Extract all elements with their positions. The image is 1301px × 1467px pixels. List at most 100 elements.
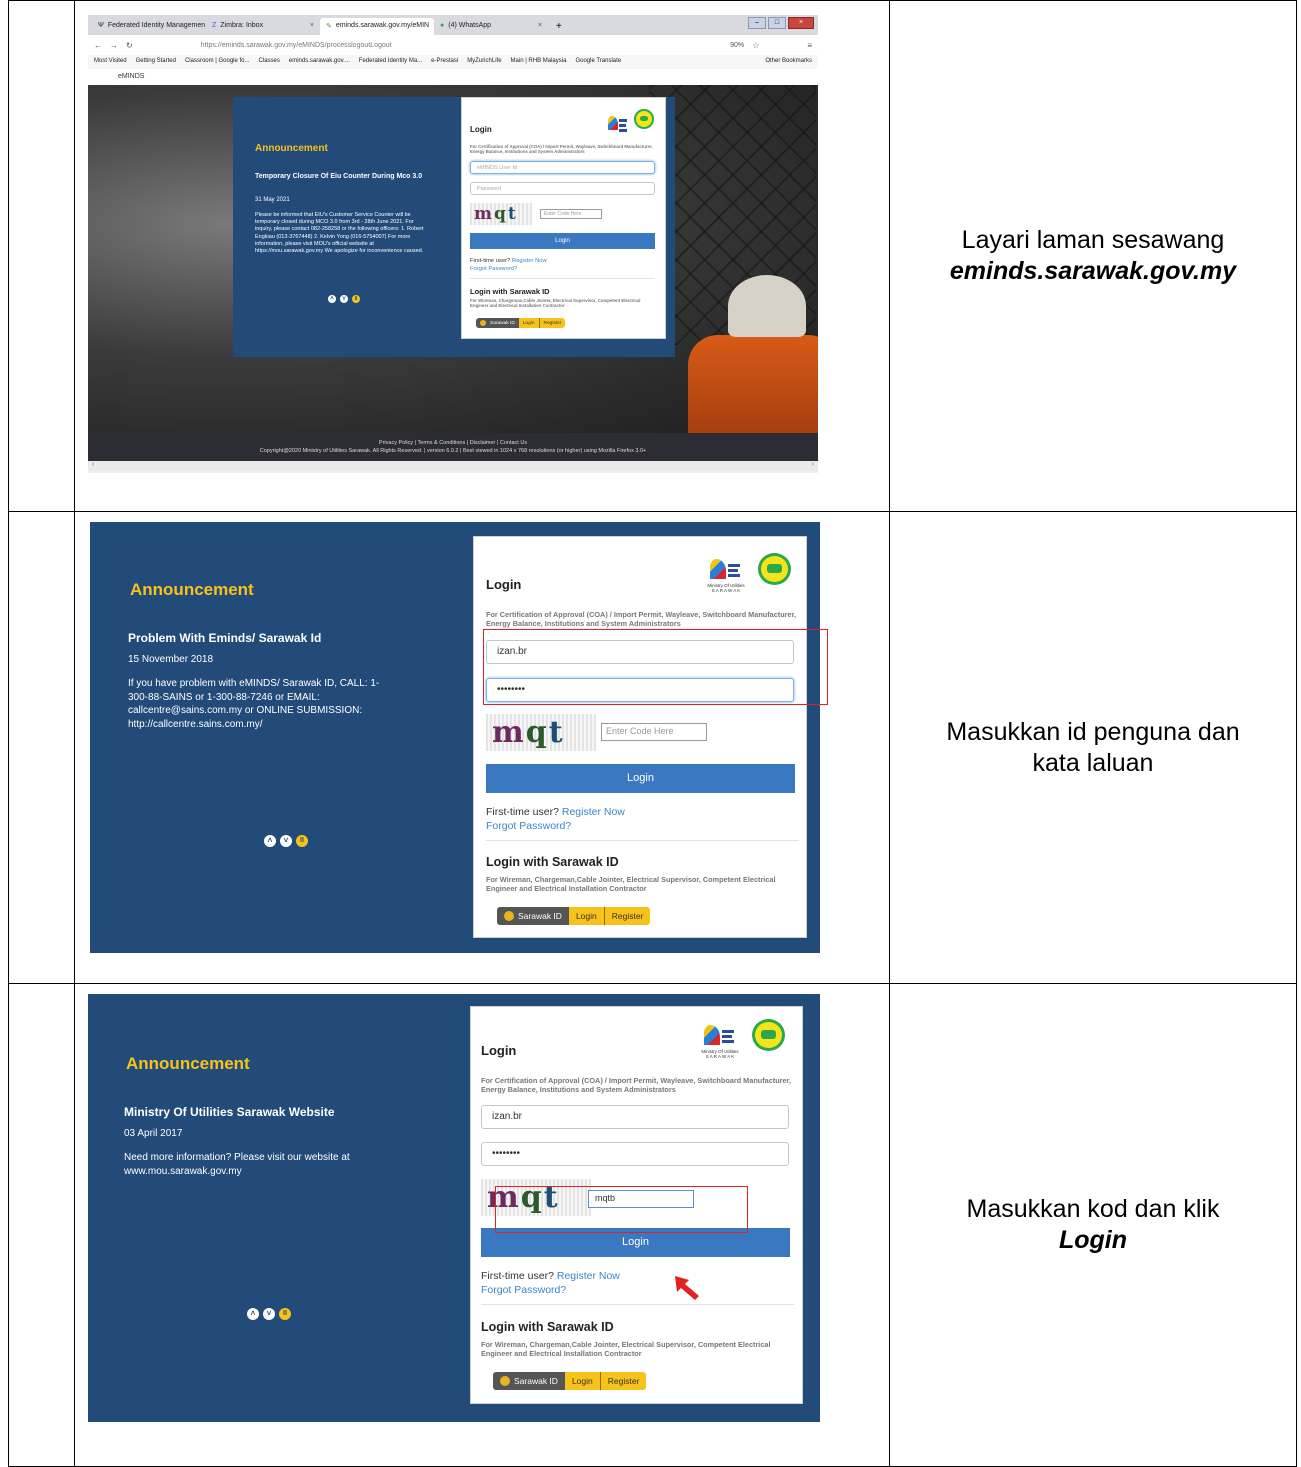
page-footer: Privacy Policy | Terms & Conditions | Di…	[88, 433, 818, 461]
carousel-controls: ˄ ˅ II	[264, 835, 308, 847]
browser-tab[interactable]: ● (4) WhatsApp ×	[434, 18, 548, 35]
login-button[interactable]: Login	[470, 233, 655, 249]
bookmark-item[interactable]: eminds.sarawak.gov....	[289, 58, 350, 66]
footer-copyright: Copyright@2020 Ministry of Utilities Sar…	[259, 448, 647, 454]
window-controls: – □ ×	[748, 17, 814, 29]
announcement-body: Please be informed that EIU's Customer S…	[255, 212, 424, 255]
sarawak-register-button[interactable]: Register	[599, 1372, 647, 1390]
captcha-image: mqt b	[470, 203, 532, 225]
user-id-input[interactable]: izan.br	[481, 1105, 789, 1129]
close-icon[interactable]: ×	[310, 22, 314, 35]
url-field[interactable]: https://eminds.sarawak.gov.my/eMINDS/pro…	[201, 42, 392, 49]
other-bookmarks[interactable]: Other Bookmarks	[765, 58, 812, 66]
carousel-up-icon[interactable]: ˄	[328, 295, 336, 303]
worker-helmet-image	[728, 275, 806, 337]
footer-links[interactable]: Privacy Policy | Terms & Conditions | Di…	[88, 439, 818, 447]
carousel-pause-icon[interactable]: II	[279, 1308, 291, 1320]
close-window-icon[interactable]: ×	[788, 17, 814, 29]
ministry-logo-caption: Ministry Of Utilities S A R A W A K	[707, 583, 745, 593]
sarawak-id-badge: Sarawak ID	[497, 907, 569, 925]
captcha-code-input[interactable]: Enter Code Here	[601, 723, 707, 741]
scroll-left-icon[interactable]: ‹	[92, 461, 94, 468]
forgot-password-link[interactable]: Forgot Password?	[470, 266, 517, 272]
address-bar: ← → ↻ https://eminds.sarawak.gov.my/eMIN…	[88, 35, 818, 55]
sarawak-id-widget: Sarawak ID Login Register	[497, 907, 651, 925]
red-arrow-icon	[675, 1276, 699, 1300]
zimbra-icon: Z	[212, 22, 217, 29]
carousel-pause-icon[interactable]: II	[296, 835, 308, 847]
password-input[interactable]: ••••••••	[481, 1142, 789, 1166]
back-icon[interactable]: ←	[94, 41, 102, 50]
hero-background-image: Announcement Temporary Closure Of Eiu Co…	[88, 85, 818, 435]
sarawak-id-subtitle: For Wireman, Chargeman,Cable Jointer, El…	[486, 875, 776, 893]
reload-icon[interactable]: ↻	[126, 41, 133, 50]
star-icon[interactable]: ☆	[752, 41, 759, 50]
login-title: Login	[481, 1043, 517, 1058]
sarawak-register-button[interactable]: Register	[538, 318, 566, 328]
ministry-flame-logo	[710, 559, 726, 579]
sarawak-login-button[interactable]: Login	[568, 907, 604, 925]
login-button[interactable]: Login	[486, 764, 795, 793]
bookmark-item[interactable]: Classes	[259, 58, 280, 66]
close-icon[interactable]: ×	[538, 22, 542, 35]
step-caption: Masukkan kod dan klik	[966, 1195, 1220, 1223]
announcement-headline: Ministry Of Utilities Sarawak Website	[124, 1105, 335, 1119]
bookmark-item[interactable]: Google Translate	[575, 58, 621, 66]
captcha-code-input[interactable]: Enter Code Here	[540, 209, 602, 219]
forward-icon[interactable]: →	[110, 41, 118, 50]
browser-tab-active[interactable]: ✎eminds.sarawak.gov.my/eMIN×	[320, 18, 434, 35]
carousel-controls: ˄ ˅ II	[328, 295, 360, 303]
step-number-cell	[8, 0, 75, 512]
browser-tab[interactable]: ΨFederated Identity Managemen×	[92, 18, 206, 35]
step-number-cell	[8, 511, 75, 984]
new-tab-icon[interactable]: +	[548, 21, 570, 35]
carousel-up-icon[interactable]: ˄	[264, 835, 276, 847]
bookmark-item[interactable]: MyZurichLife	[467, 58, 501, 66]
user-id-input[interactable]: eMINDS User Id	[470, 161, 655, 174]
horizontal-scrollbar[interactable]: ‹ ›	[88, 461, 818, 471]
sarawak-login-button[interactable]: Login	[518, 318, 539, 328]
carousel-up-icon[interactable]: ˄	[247, 1308, 259, 1320]
eiu-logo	[758, 553, 791, 585]
first-time-user: First-time user? Register Now	[470, 258, 547, 264]
scroll-right-icon[interactable]: ›	[812, 461, 814, 468]
sarawak-login-button[interactable]: Login	[564, 1372, 600, 1390]
bookmark-item[interactable]: Most Visited	[94, 58, 127, 66]
register-now-link[interactable]: Register Now	[562, 806, 625, 818]
carousel-down-icon[interactable]: ˅	[340, 295, 348, 303]
instruction-table: ΨFederated Identity Managemen× ZZimbra: …	[8, 0, 1297, 1467]
step-caption: Layari laman sesawang	[961, 226, 1225, 254]
register-now-link[interactable]: Register Now	[557, 1270, 620, 1282]
bookmark-item[interactable]: Main | RHB Malaysia	[511, 58, 567, 66]
browser-tab[interactable]: Z Zimbra: Inbox ×	[206, 18, 320, 35]
bookmark-item[interactable]: Federated Identity Ma...	[359, 58, 422, 66]
login-title: Login	[486, 577, 522, 592]
forgot-password-link[interactable]: Forgot Password?	[486, 820, 571, 832]
description-cell-2: Masukkan id penguna dan kata laluan	[889, 511, 1297, 984]
first-time-user: First-time user? Register Now	[481, 1270, 620, 1282]
announcement-headline: Temporary Closure Of Eiu Counter During …	[255, 173, 423, 180]
eiu-logo	[752, 1019, 785, 1051]
menu-icon[interactable]: ≡	[807, 41, 812, 50]
minimize-icon[interactable]: –	[748, 17, 766, 29]
carousel-down-icon[interactable]: ˅	[280, 835, 292, 847]
divider	[470, 278, 655, 279]
sarawak-register-button[interactable]: Register	[603, 907, 651, 925]
announcement-body: If you have problem with eMINDS/ Sarawak…	[128, 678, 380, 730]
login-keyword: Login	[1058, 1226, 1128, 1254]
bookmark-item[interactable]: Classroom | Google fo...	[185, 58, 250, 66]
ministry-logo-caption: Ministry Of Utilities S A R A W A K	[701, 1049, 739, 1059]
eminds-icon: ✎	[326, 23, 332, 30]
first-time-user: First-time user? Register Now	[486, 806, 625, 818]
maximize-icon[interactable]: □	[768, 17, 786, 29]
bookmark-item[interactable]: e-Prestasi	[431, 58, 458, 66]
divider	[481, 1304, 794, 1305]
carousel-pause-icon[interactable]: II	[352, 295, 360, 303]
password-input[interactable]: Password	[470, 182, 655, 195]
carousel-down-icon[interactable]: ˅	[263, 1308, 275, 1320]
forgot-password-link[interactable]: Forgot Password?	[481, 1284, 566, 1296]
register-now-link[interactable]: Register Now	[512, 258, 547, 264]
zoom-level[interactable]: 90%	[730, 42, 744, 49]
ministry-bars-logo	[728, 564, 740, 577]
bookmark-item[interactable]: Getting Started	[136, 58, 176, 66]
